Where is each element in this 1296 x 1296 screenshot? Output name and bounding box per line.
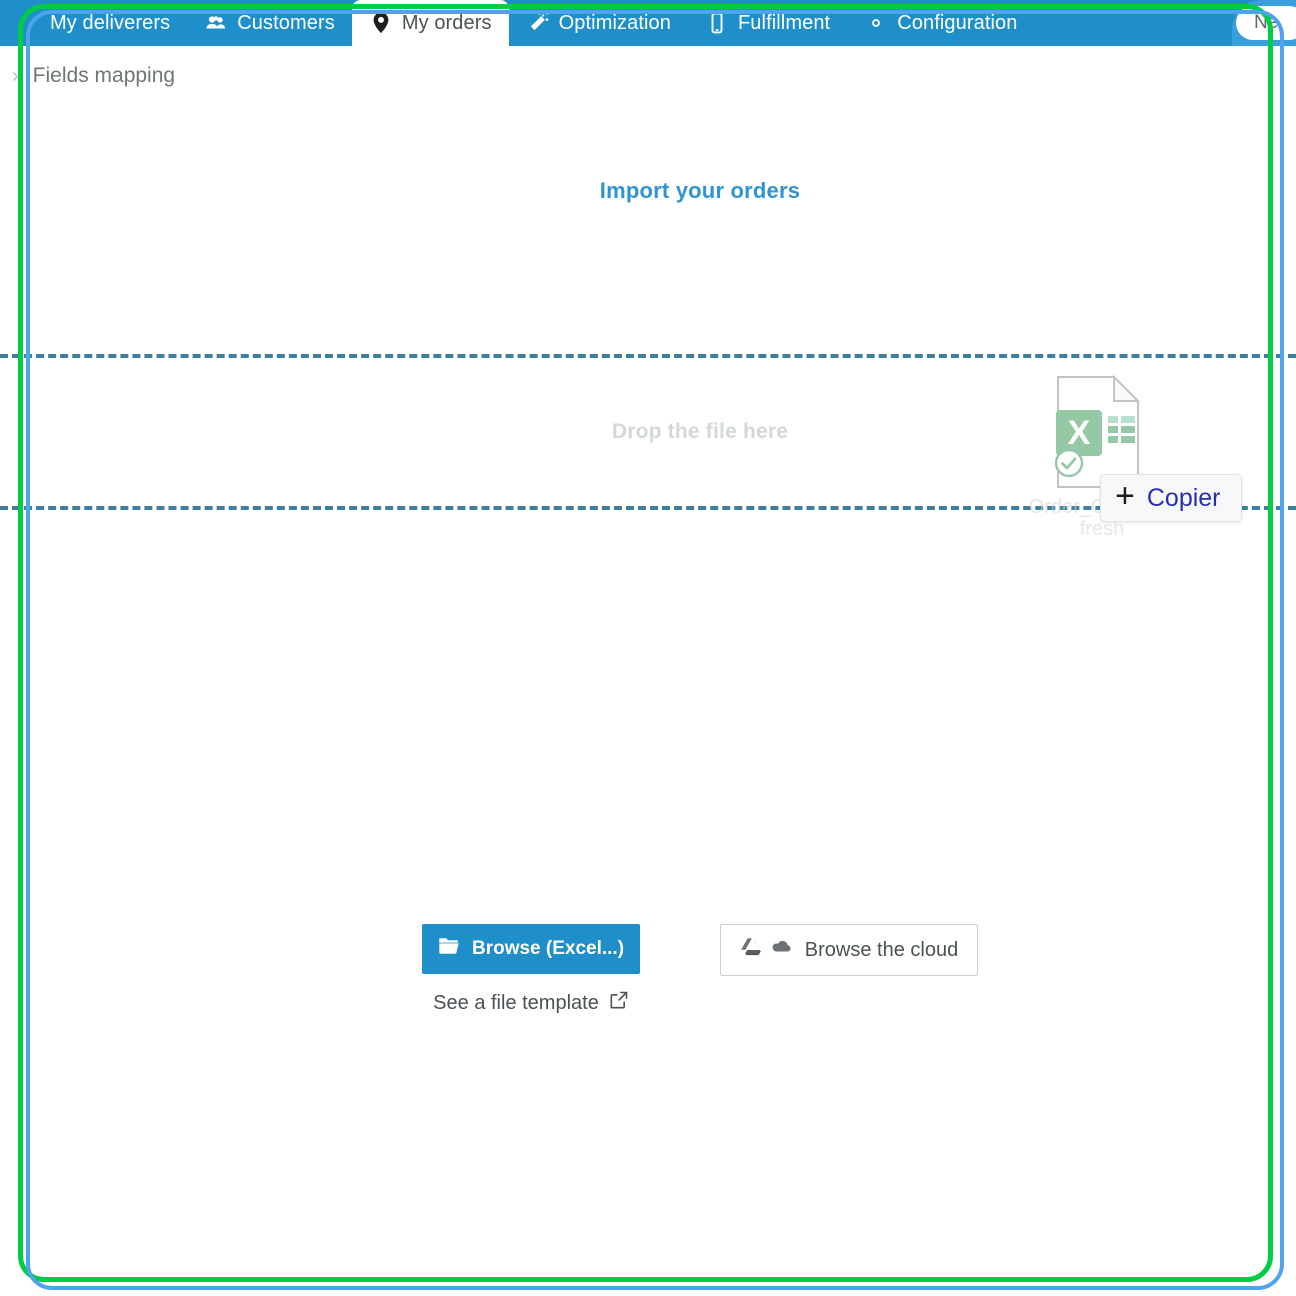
import-actions: Browse (Excel...) See a file template Br…: [0, 924, 1296, 1016]
page-title-text: Import your orders: [599, 178, 801, 203]
tab-label: Optimization: [558, 11, 671, 34]
tab-optimization[interactable]: Optimization: [509, 0, 688, 46]
tab-my-deliverers[interactable]: My deliverers: [0, 0, 187, 46]
excel-file-icon: X: [1052, 374, 1144, 490]
fields-mapping-label: Fields mapping: [32, 64, 176, 87]
browse-excel-button[interactable]: Browse (Excel...): [422, 924, 640, 974]
google-drive-icon: [740, 937, 762, 963]
fields-mapping-toggle[interactable]: › Fields mapping: [12, 64, 175, 88]
tab-label: Fulfillment: [737, 11, 831, 34]
gear-icon: [864, 11, 888, 35]
top-navigation-bar: My deliverers Customers My orders Optimi…: [0, 0, 1296, 46]
app-window: My deliverers Customers My orders Optimi…: [0, 0, 1296, 1296]
plus-icon: +: [1115, 477, 1135, 515]
page-title: Import your orders: [0, 178, 1296, 204]
drop-action-label: Copier: [1146, 483, 1221, 512]
tab-label: Configuration: [897, 11, 1018, 34]
see-file-template-link[interactable]: See a file template: [433, 990, 629, 1016]
cloud-icon: [769, 938, 793, 962]
location-pin-icon: [369, 11, 393, 35]
tab-my-orders[interactable]: My orders: [351, 0, 509, 46]
navbar-right-button-label: Ne: [1254, 12, 1279, 33]
tab-label: Customers: [237, 11, 335, 34]
chevron-right-icon: ›: [12, 65, 19, 87]
browse-cloud-button[interactable]: Browse the cloud: [720, 924, 978, 976]
browse-excel-label: Browse (Excel...): [471, 938, 625, 959]
truck-icon: [17, 11, 41, 35]
tab-customers[interactable]: Customers: [187, 0, 352, 46]
magic-wand-icon: [526, 11, 550, 35]
svg-text:X: X: [1068, 414, 1091, 452]
tab-label: My orders: [401, 11, 492, 34]
tab-fulfillment[interactable]: Fulfillment: [688, 0, 847, 46]
navbar-right-button[interactable]: Ne: [1236, 6, 1296, 40]
folder-open-icon: [438, 937, 460, 961]
external-link-icon: [609, 990, 629, 1016]
see-file-template-label: See a file template: [433, 991, 599, 1014]
browse-excel-group: Browse (Excel...) See a file template: [422, 924, 640, 1016]
mobile-phone-icon: [705, 11, 729, 35]
cloud-provider-icons: [740, 937, 793, 963]
tab-label: My deliverers: [50, 11, 171, 34]
people-icon: [204, 11, 228, 35]
browse-cloud-label: Browse the cloud: [804, 938, 959, 961]
tab-configuration[interactable]: Configuration: [847, 0, 1034, 46]
dropzone-placeholder-text: Drop the file here: [611, 420, 789, 443]
page-content: › Fields mapping Import your orders Drop…: [0, 46, 1296, 1296]
navigation-tabs: My deliverers Customers My orders Optimi…: [0, 0, 1034, 46]
drop-action-tooltip: + Copier: [1100, 474, 1242, 522]
